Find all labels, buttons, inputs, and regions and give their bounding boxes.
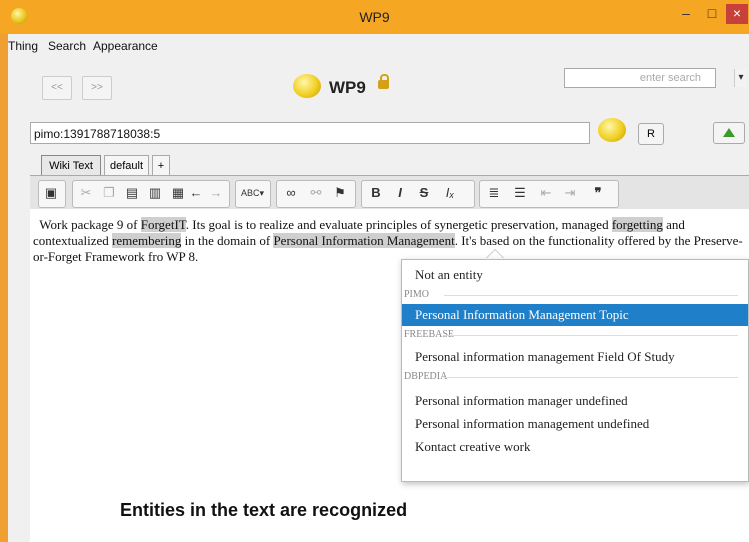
paste-word-icon[interactable]: ▦ (168, 182, 188, 204)
copy-icon[interactable]: ❐ (99, 182, 119, 204)
back-button[interactable]: << (42, 76, 72, 100)
bold-icon[interactable]: B (366, 182, 386, 204)
tab-wiki-text[interactable]: Wiki Text (41, 155, 101, 175)
up-arrow-icon[interactable] (713, 122, 745, 144)
cut-icon[interactable]: ✂ (76, 182, 96, 204)
app-window: WP9 – □ × Thing Search Appearance << >> … (0, 0, 749, 542)
app-name: WP9 (329, 78, 366, 97)
editor-paragraph[interactable]: Work package 9 of ForgetIT. Its goal is … (33, 217, 743, 265)
close-button[interactable]: × (726, 4, 748, 24)
redo-icon[interactable]: → (206, 182, 226, 204)
minimize-button[interactable]: – (673, 4, 699, 24)
outdent-icon[interactable]: ⇤ (536, 182, 556, 204)
entity-highlight[interactable]: Personal Information Management (273, 233, 455, 248)
entity-highlight[interactable]: forgetting (611, 217, 663, 232)
entity-popup: Not an entity PIMO Personal Information … (401, 259, 749, 482)
strike-icon[interactable]: S (414, 182, 434, 204)
maximize-button[interactable]: □ (699, 4, 725, 24)
unlink-icon[interactable]: ⚯ (306, 182, 326, 204)
uri-field[interactable]: pimo:1391788718038:5 (30, 122, 590, 144)
client-area: Thing Search Appearance << >> WP9 enter … (8, 34, 749, 542)
entity-highlight[interactable]: remembering (112, 233, 182, 248)
numbered-list-icon[interactable]: ≣ (484, 182, 504, 204)
r-button[interactable]: R (638, 123, 664, 145)
menu-thing[interactable]: Thing (8, 39, 38, 53)
popup-item-selected[interactable]: Personal Information Management Topic (402, 304, 748, 326)
indent-icon[interactable]: ⇥ (560, 182, 580, 204)
link-icon[interactable]: ∞ (281, 182, 301, 204)
window-title: WP9 (359, 9, 390, 25)
save-icon[interactable]: ▣ (41, 182, 61, 204)
popup-section-freebase: FREEBASE (404, 328, 744, 342)
popup-item[interactable]: Kontact creative work (402, 436, 748, 458)
quote-icon[interactable]: ❞ (588, 182, 608, 204)
tab-add[interactable]: + (152, 155, 170, 175)
text-segment: . Its goal is to realize and evaluate pr… (185, 217, 612, 232)
menu-appearance[interactable]: Appearance (93, 39, 158, 53)
caption: Entities in the text are recognized (120, 500, 408, 520)
italic-icon[interactable]: I (390, 182, 410, 204)
popup-item[interactable]: Personal information manager undefined (402, 390, 748, 412)
bullet-list-icon[interactable]: ☰ (510, 182, 530, 204)
search-input[interactable]: enter search (564, 68, 716, 88)
undo-icon[interactable]: ← (186, 182, 206, 204)
paste-text-icon[interactable]: ▥ (145, 182, 165, 204)
text-segment: WP 8. (166, 249, 199, 264)
flag-icon[interactable]: ⚑ (330, 182, 350, 204)
text-segment: Work package 9 of (39, 217, 141, 232)
wp9-logo-icon (293, 74, 321, 98)
wp9-logo-icon[interactable] (598, 118, 626, 142)
editor-content[interactable]: Work package 9 of ForgetIT. Its goal is … (30, 209, 749, 542)
title-bar: WP9 – □ × (0, 0, 749, 34)
menu-bar: Thing Search Appearance (8, 34, 749, 54)
menu-search[interactable]: Search (48, 39, 86, 53)
spellcheck-icon[interactable]: ABC▾ (241, 182, 264, 204)
paste-icon[interactable]: ▤ (122, 182, 142, 204)
popup-item-not-entity[interactable]: Not an entity (402, 264, 748, 286)
text-segment: in the domain of (181, 233, 274, 248)
dropdown-arrow-icon[interactable]: ▾ (734, 69, 747, 87)
popup-item[interactable]: Personal information management Field Of… (402, 346, 748, 368)
popup-item[interactable]: Personal information management undefine… (402, 413, 748, 435)
entity-highlight[interactable]: ForgetIT (140, 217, 186, 232)
tab-default[interactable]: default (104, 155, 149, 175)
clear-format-icon[interactable]: Iₓ (440, 182, 460, 204)
forward-button[interactable]: >> (82, 76, 112, 100)
popup-section-pimo: PIMO (404, 288, 744, 302)
lock-icon (378, 74, 389, 89)
popup-pointer (486, 250, 504, 259)
popup-section-dbpedia: DBPEDIA (404, 370, 744, 384)
editor-toolbar: ▣ ✂ ❐ ▤ ▥ ▦ ← → ABC▾ ∞ ⚯ ⚑ B I S Iₓ ≣ ☰ … (30, 175, 749, 210)
